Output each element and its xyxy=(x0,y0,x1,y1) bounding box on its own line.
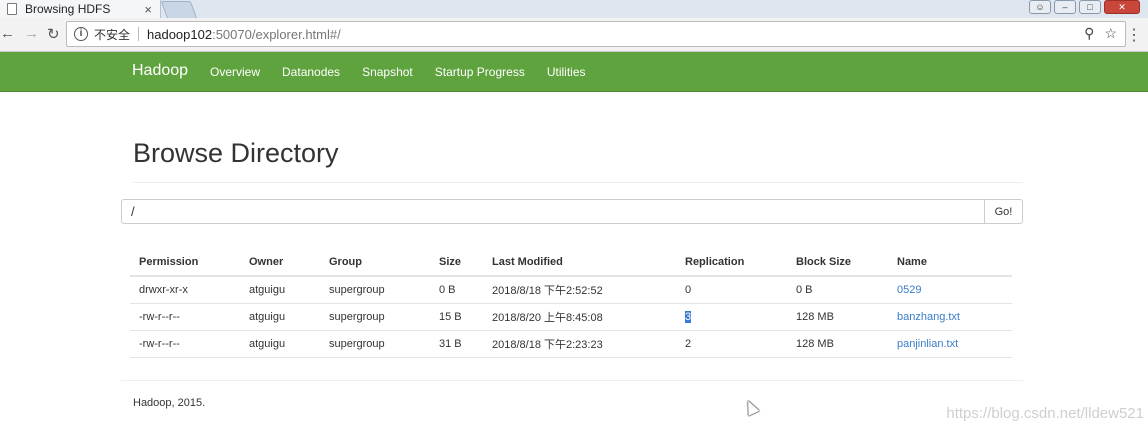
path-form: Go! xyxy=(121,199,1023,224)
directory-table: Permission Owner Group Size Last Modifie… xyxy=(130,236,1012,358)
nav-snapshot[interactable]: Snapshot xyxy=(362,65,413,79)
info-icon[interactable]: i xyxy=(74,27,88,41)
cell-last-modified: 2018/8/18 下午2:23:23 xyxy=(483,330,676,358)
cell-size: 0 B xyxy=(430,276,483,304)
header-size[interactable]: Size xyxy=(430,236,483,277)
maximize-icon[interactable]: □ xyxy=(1079,0,1101,14)
footer-divider xyxy=(121,380,1023,381)
url-path: :50070/explorer.html#/ xyxy=(212,26,341,42)
nav-menu: Overview Datanodes Snapshot Startup Prog… xyxy=(210,65,608,79)
file-link[interactable]: panjinlian.txt xyxy=(897,338,958,350)
file-link[interactable]: 0529 xyxy=(897,284,921,296)
minimize-icon[interactable]: – xyxy=(1054,0,1076,14)
cell-owner: atguigu xyxy=(240,276,320,304)
window-close-icon[interactable]: ✕ xyxy=(1104,0,1140,14)
brand-link[interactable]: Hadoop xyxy=(132,62,188,80)
cell-permission: -rw-r--r-- xyxy=(130,330,240,358)
cell-size: 15 B xyxy=(430,303,483,331)
address-divider xyxy=(138,27,140,41)
cell-replication[interactable]: 0 xyxy=(676,276,787,304)
table-row: -rw-r--r-- atguigu supergroup 15 B 2018/… xyxy=(130,303,1012,331)
tab-close-icon[interactable]: × xyxy=(144,2,152,17)
browser-tab[interactable]: Browsing HDFS × xyxy=(0,0,161,18)
cell-block-size: 128 MB xyxy=(787,330,888,358)
reload-icon[interactable]: ↻ xyxy=(47,25,60,43)
browser-toolbar: ← → ↻ i 不安全 hadoop102:50070/explorer.htm… xyxy=(0,18,1148,52)
user-icon[interactable]: ☺ xyxy=(1029,0,1051,14)
header-group[interactable]: Group xyxy=(320,236,430,277)
header-replication[interactable]: Replication xyxy=(676,236,787,277)
path-input[interactable] xyxy=(121,199,985,224)
header-block-size[interactable]: Block Size xyxy=(787,236,888,277)
table-row: -rw-r--r-- atguigu supergroup 31 B 2018/… xyxy=(130,330,1012,358)
footer-text: Hadoop, 2015. xyxy=(133,397,206,409)
nav-datanodes[interactable]: Datanodes xyxy=(282,65,340,79)
cell-owner: atguigu xyxy=(240,303,320,331)
cell-replication[interactable]: 3 xyxy=(676,303,787,331)
go-button[interactable]: Go! xyxy=(985,199,1023,224)
insecure-label: 不安全 xyxy=(94,27,131,42)
forward-icon[interactable]: → xyxy=(24,25,39,42)
nav-startup-progress[interactable]: Startup Progress xyxy=(435,65,525,79)
cell-block-size: 0 B xyxy=(787,276,888,304)
cell-name: panjinlian.txt xyxy=(888,330,1012,358)
cell-block-size: 128 MB xyxy=(787,303,888,331)
browser-tab-strip: Browsing HDFS × ☺ – □ ✕ xyxy=(0,0,1148,19)
document-icon xyxy=(7,3,17,15)
address-bar[interactable]: i 不安全 hadoop102:50070/explorer.html#/ ⚲ … xyxy=(66,21,1126,47)
table-row: drwxr-xr-x atguigu supergroup 0 B 2018/8… xyxy=(130,276,1012,304)
new-tab-button[interactable] xyxy=(160,1,198,19)
cell-permission: drwxr-xr-x xyxy=(130,276,240,304)
cell-group: supergroup xyxy=(320,330,430,358)
cell-name: banzhang.txt xyxy=(888,303,1012,331)
url-text[interactable]: hadoop102:50070/explorer.html#/ xyxy=(147,27,341,42)
nav-overview[interactable]: Overview xyxy=(210,65,260,79)
cell-permission: -rw-r--r-- xyxy=(130,303,240,331)
cell-last-modified: 2018/8/20 上午8:45:08 xyxy=(483,303,676,331)
bookmark-star-icon[interactable]: ☆ xyxy=(1104,25,1117,42)
hadoop-navbar: Hadoop Overview Datanodes Snapshot Start… xyxy=(0,52,1148,92)
cell-owner: atguigu xyxy=(240,330,320,358)
file-link[interactable]: banzhang.txt xyxy=(897,311,960,323)
page-title: Browse Directory xyxy=(133,138,339,168)
browser-menu-icon[interactable]: ⋮ xyxy=(1126,25,1142,45)
cell-size: 31 B xyxy=(430,330,483,358)
watermark: https://blog.csdn.net/lldew521 xyxy=(946,405,1144,422)
selected-replication-text[interactable]: 3 xyxy=(685,311,692,323)
zoom-icon[interactable]: ⚲ xyxy=(1084,25,1094,42)
cell-name: 0529 xyxy=(888,276,1012,304)
header-owner[interactable]: Owner xyxy=(240,236,320,277)
cell-replication[interactable]: 2 xyxy=(676,330,787,358)
header-permission[interactable]: Permission xyxy=(130,236,240,277)
header-name[interactable]: Name xyxy=(888,236,1012,277)
cell-last-modified: 2018/8/18 下午2:52:52 xyxy=(483,276,676,304)
url-host: hadoop102 xyxy=(147,26,213,42)
header-last-modified[interactable]: Last Modified xyxy=(483,236,676,277)
title-divider xyxy=(133,182,1023,183)
tab-title: Browsing HDFS xyxy=(25,2,111,16)
cell-group: supergroup xyxy=(320,303,430,331)
cell-group: supergroup xyxy=(320,276,430,304)
nav-utilities[interactable]: Utilities xyxy=(547,65,586,79)
back-icon[interactable]: ← xyxy=(0,25,15,42)
window-controls: ☺ – □ ✕ xyxy=(1029,0,1140,14)
table-header-row: Permission Owner Group Size Last Modifie… xyxy=(130,236,1012,277)
mouse-cursor-icon xyxy=(742,398,760,416)
